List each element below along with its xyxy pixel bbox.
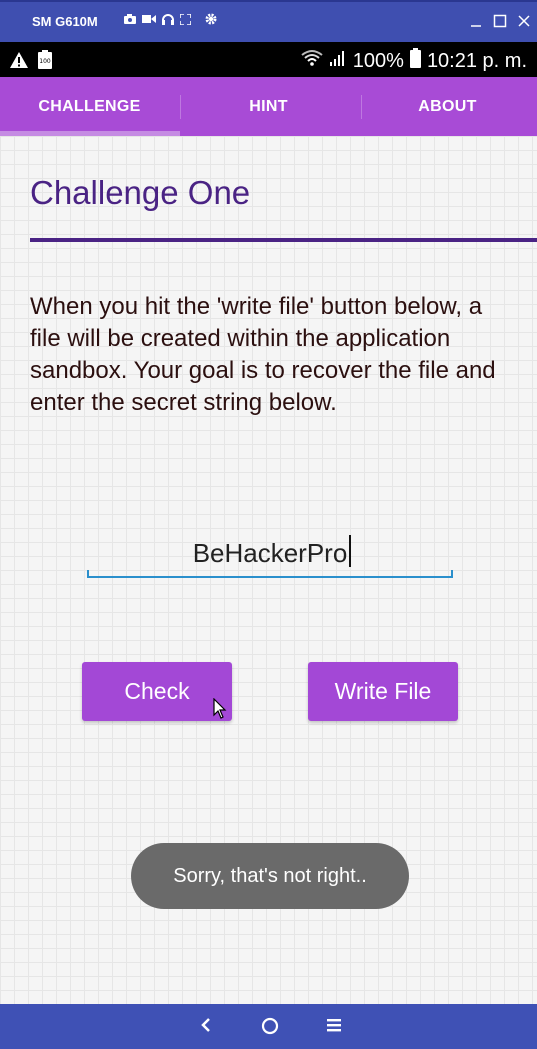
camera-icon[interactable] [124,14,136,24]
fullscreen-icon[interactable] [180,13,191,25]
secret-field [87,529,453,581]
page-title: Challenge One [30,174,251,211]
input-underline-edge [87,570,89,577]
secret-input[interactable] [87,529,453,577]
svg-text:100: 100 [39,58,51,65]
status-bar: 100 100% 10:21 p. m. [0,42,537,77]
wifi-icon [301,49,323,73]
window-controls [469,14,531,28]
video-icon[interactable] [142,14,156,24]
headset-icon[interactable] [162,13,174,25]
toast-message: Sorry, that's not right.. [131,843,409,909]
tab-about[interactable]: ABOUT [358,77,537,136]
settings-icon[interactable] [205,13,217,25]
home-icon[interactable] [260,1016,280,1041]
title-divider [30,238,537,242]
challenge-description: When you hit the 'write file' button bel… [30,293,496,416]
tab-challenge[interactable]: CHALLENGE [0,77,179,136]
battery-percent: 100% [352,49,404,72]
host-toolbar [124,13,217,25]
tab-bar: CHALLENGE HINT ABOUT [0,77,537,136]
host-window-bar: SM G610M [0,0,537,42]
mouse-pointer-icon [213,697,227,725]
write-file-button[interactable]: Write File [308,662,458,721]
input-underline-edge [451,570,453,577]
tab-hint[interactable]: HINT [179,77,358,136]
recents-icon[interactable] [325,1016,343,1039]
battery-100-icon: 100 [38,50,52,74]
minimize-icon[interactable] [469,14,483,28]
clock: 10:21 p. m. [426,49,527,72]
check-button[interactable]: Check [82,662,232,721]
text-caret [349,535,351,567]
navigation-bar [0,1004,537,1049]
maximize-icon[interactable] [493,14,507,28]
input-underline [87,576,453,578]
battery-icon [409,48,421,74]
back-icon[interactable] [199,1016,213,1039]
signal-icon [329,49,347,73]
challenge-page: Challenge One When you hit the 'write fi… [0,136,537,1004]
device-title: SM G610M [32,14,98,29]
warning-icon [9,51,29,74]
close-icon[interactable] [517,14,531,28]
